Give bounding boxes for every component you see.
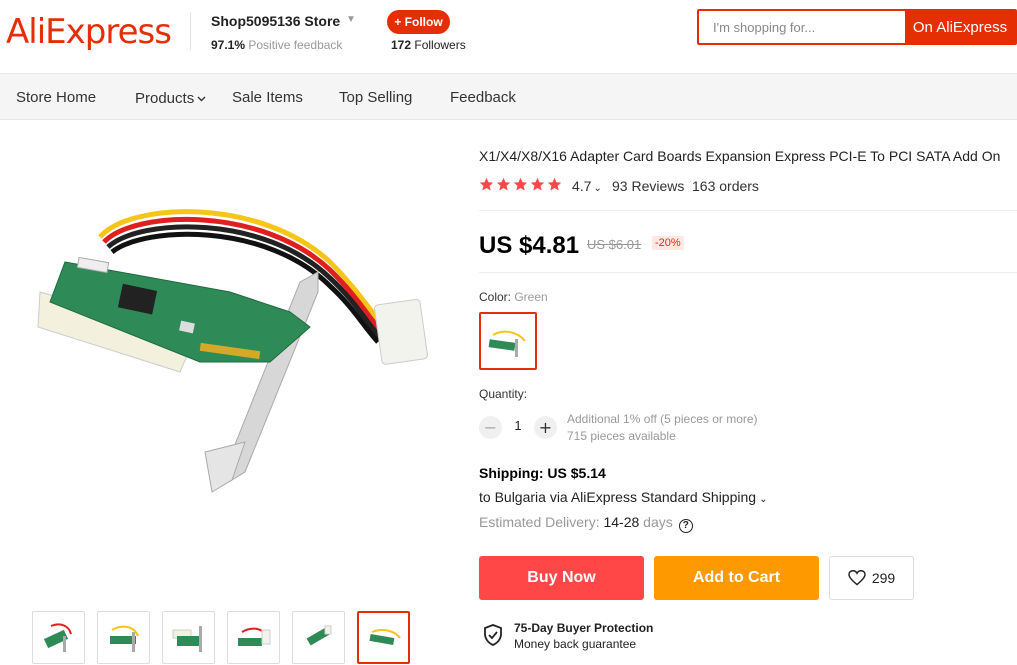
wishlist-count: 299 xyxy=(871,570,896,586)
star-icon xyxy=(513,177,528,191)
header: AliExpress Shop5095136 Store ▼ 97.1% Pos… xyxy=(0,0,1017,73)
main-product-image[interactable] xyxy=(0,142,455,507)
thumbnail-3[interactable] xyxy=(162,611,215,664)
color-label: Color: Green xyxy=(479,290,548,304)
color-option-green[interactable] xyxy=(479,312,537,370)
thumbnail-2[interactable] xyxy=(97,611,150,664)
caret-down-icon[interactable]: ▼ xyxy=(346,14,356,25)
original-price: US $6.01 xyxy=(587,237,642,252)
quantity-input[interactable]: 1 xyxy=(504,418,532,433)
thumbnail-1[interactable] xyxy=(32,611,85,664)
delivery-value: 14-28 xyxy=(603,514,640,530)
buyer-protection-title: 75-Day Buyer Protection xyxy=(514,621,654,635)
buyer-protection-subtitle: Money back guarantee xyxy=(514,637,637,651)
color-value: Green xyxy=(514,290,548,304)
delivery-label: Estimated Delivery: xyxy=(479,514,604,530)
star-icon xyxy=(530,177,545,191)
followers-label: Followers xyxy=(411,38,466,52)
store-name[interactable]: Shop5095136 Store xyxy=(211,13,340,29)
reviews-link[interactable]: 93 Reviews xyxy=(612,178,684,194)
nav-item-sale-items[interactable]: Sale Items xyxy=(232,89,303,106)
search-box: On AliExpress xyxy=(697,9,1017,45)
followers-count: 172 xyxy=(391,38,412,52)
current-price: US $4.81 xyxy=(479,232,580,259)
help-icon[interactable]: ? xyxy=(678,519,693,533)
heart-icon xyxy=(848,570,866,586)
search-input[interactable] xyxy=(699,11,905,43)
store-nav: Store Home Products Sale Items Top Selli… xyxy=(0,73,1017,120)
shipping-destination[interactable]: to Bulgaria via AliExpress Standard Ship… xyxy=(479,489,767,505)
shipping-cost: Shipping: US $5.14 xyxy=(479,465,606,481)
nav-item-products[interactable]: Products xyxy=(135,89,206,107)
thumbnail-5[interactable] xyxy=(292,611,345,664)
estimated-delivery: Estimated Delivery: 14-28 days? xyxy=(479,514,693,533)
thumbnail-6[interactable] xyxy=(357,611,410,664)
buy-now-button[interactable]: Buy Now xyxy=(479,556,644,600)
divider xyxy=(479,210,1017,211)
search-button[interactable]: On AliExpress xyxy=(905,11,1015,43)
feedback-label: Positive feedback xyxy=(245,38,343,52)
chevron-down-icon xyxy=(197,89,206,106)
followers: 172 Followers xyxy=(391,38,466,52)
feedback-percent: 97.1% xyxy=(211,38,246,52)
thumbnail-strip xyxy=(32,611,410,664)
stock-available: 715 pieces available xyxy=(567,429,676,443)
nav-item-products-label: Products xyxy=(135,90,195,107)
bulk-discount-note: Additional 1% off (5 pieces or more) xyxy=(567,412,758,426)
rating-number: 4.7 xyxy=(572,178,592,194)
star-icon xyxy=(496,177,511,191)
store-feedback: 97.1% Positive feedback xyxy=(211,38,342,52)
shipping-destination-text: to Bulgaria via AliExpress Standard Ship… xyxy=(479,489,757,505)
follow-button[interactable]: + Follow xyxy=(387,10,450,34)
color-label-text: Color: xyxy=(479,290,515,304)
wishlist-button[interactable]: 299 xyxy=(829,556,914,600)
add-to-cart-button[interactable]: Add to Cart xyxy=(654,556,819,600)
quantity-decrease-button[interactable]: − xyxy=(479,416,502,439)
thumbnail-4[interactable] xyxy=(227,611,280,664)
quantity-increase-button[interactable]: + xyxy=(534,416,557,439)
rating-stars xyxy=(479,177,562,192)
divider xyxy=(479,272,1017,273)
chevron-down-icon: ⌄ xyxy=(759,494,768,505)
product-title: X1/X4/X8/X16 Adapter Card Boards Expansi… xyxy=(479,148,1001,164)
rating-value[interactable]: 4.7 ⌄ xyxy=(572,178,602,194)
aliexpress-logo[interactable]: AliExpress xyxy=(6,12,172,52)
quantity-label: Quantity: xyxy=(479,387,528,401)
discount-badge: -20% xyxy=(652,236,684,250)
chevron-down-icon: ⌄ xyxy=(593,183,602,194)
nav-item-top-selling[interactable]: Top Selling xyxy=(339,89,412,106)
header-divider xyxy=(190,12,191,50)
orders-count: 163 orders xyxy=(692,178,759,194)
star-icon xyxy=(479,177,494,191)
nav-item-store-home[interactable]: Store Home xyxy=(16,89,96,106)
nav-item-feedback[interactable]: Feedback xyxy=(450,89,516,106)
shield-check-icon xyxy=(484,624,502,646)
star-icon xyxy=(547,177,562,191)
delivery-unit: days xyxy=(639,514,673,530)
